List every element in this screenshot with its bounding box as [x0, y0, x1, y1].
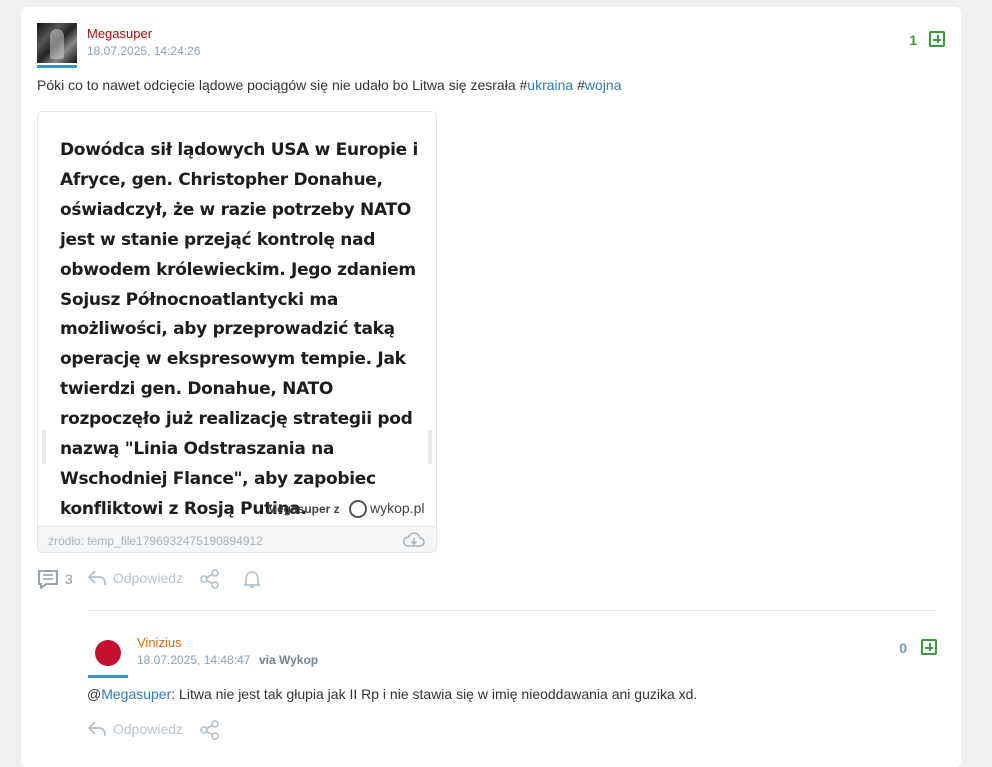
reply-body: @Megasuper: Litwa nie jest tak głupia ja… — [87, 686, 697, 702]
wykop-logo-icon — [349, 500, 367, 518]
author-avatar-image[interactable] — [37, 23, 77, 63]
avatar-status-bar — [88, 675, 128, 678]
plus-icon[interactable] — [921, 639, 937, 655]
post-body: Póki co to nawet odcięcie lądowe pociągó… — [37, 77, 622, 93]
reply-author-name[interactable]: Vinizius — [137, 635, 182, 650]
reply-author-avatar-image[interactable] — [88, 633, 128, 673]
post-date[interactable]: 18.07.2025, 14:24:26 — [87, 44, 200, 58]
post-text: Póki co to nawet odcięcie lądowe pociągó… — [37, 77, 528, 93]
embed-footer: źródło: temp_file1796932475190894912 — [38, 526, 436, 552]
divider — [87, 610, 936, 611]
reply-button[interactable]: Odpowiedz — [87, 720, 183, 738]
embed-image-card[interactable]: Dowódca sił lądowych USA w Europie i Afr… — [37, 111, 437, 553]
image-edge-right — [428, 430, 432, 464]
hash-symbol: # — [577, 77, 585, 93]
embed-source: źródło: temp_file1796932475190894912 — [48, 534, 263, 548]
reply-text: : Litwa nie jest tak głupia jak II Rp i … — [171, 686, 698, 702]
entry-card: Megasuper 18.07.2025, 14:24:26 1 Póki co… — [21, 7, 961, 767]
share-button[interactable] — [200, 720, 220, 740]
vote-count: 1 — [909, 32, 917, 48]
plus-icon[interactable] — [929, 31, 945, 47]
reply-button[interactable]: Odpowiedz — [87, 569, 183, 587]
embed-image[interactable]: Dowódca sił lądowych USA w Europie i Afr… — [38, 112, 436, 526]
watermark-site: wykop.pl — [370, 500, 425, 516]
cloud-download-icon[interactable] — [402, 532, 426, 548]
avatar[interactable] — [88, 633, 128, 678]
watermark-user: Megasuper z — [267, 502, 340, 516]
avatar-status-bar — [37, 65, 77, 68]
reply-icon — [88, 721, 106, 736]
reply-icon — [88, 570, 106, 585]
comments-count: 3 — [65, 571, 73, 587]
reply-label: Odpowiedz — [113, 570, 184, 586]
mention-at: @ — [87, 686, 102, 702]
embed-image-text: Dowódca sił lądowych USA w Europie i Afr… — [60, 140, 419, 519]
observe-button[interactable] — [242, 569, 262, 589]
comments-button[interactable]: 3 — [37, 569, 73, 589]
image-edge-left — [42, 430, 46, 464]
share-icon — [200, 569, 219, 589]
comments-icon — [38, 570, 58, 589]
share-icon — [200, 720, 219, 740]
reply-label: Odpowiedz — [113, 721, 184, 737]
mention-link[interactable]: Megasuper — [101, 686, 171, 702]
bell-icon — [243, 571, 261, 588]
tag-wojna[interactable]: wojna — [585, 77, 622, 93]
share-button[interactable] — [200, 569, 220, 589]
reply-date[interactable]: 18.07.2025, 14:48:47 — [137, 653, 250, 667]
reply-via: via Wykop — [259, 653, 319, 667]
avatar[interactable] — [37, 23, 77, 68]
tag-ukraina[interactable]: ukraina — [527, 77, 573, 93]
reply-vote-count: 0 — [899, 640, 907, 656]
author-name[interactable]: Megasuper — [87, 26, 152, 41]
